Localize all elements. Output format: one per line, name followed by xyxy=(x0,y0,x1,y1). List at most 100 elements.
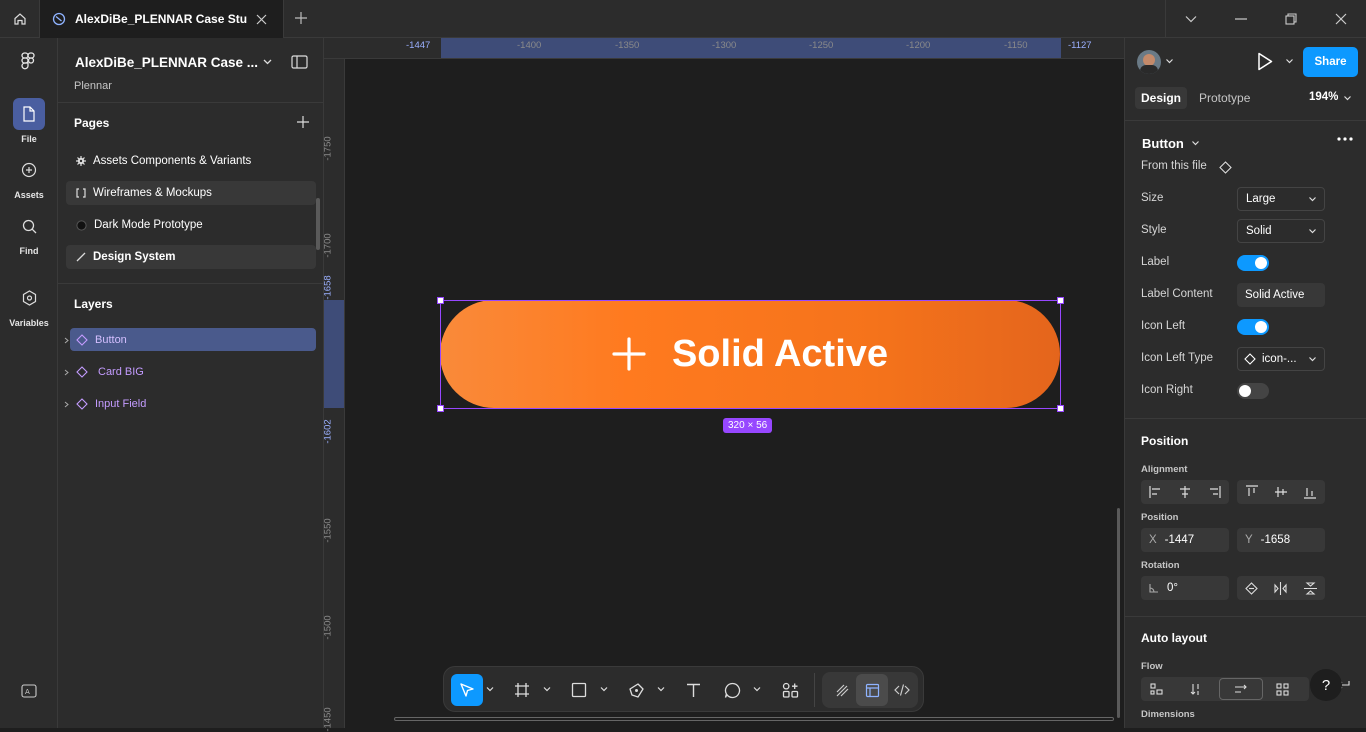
maximize-button[interactable] xyxy=(1266,0,1316,38)
flow-wrap-button[interactable] xyxy=(1141,682,1172,696)
accessibility-button[interactable]: A xyxy=(21,684,37,698)
chevron-down-icon[interactable] xyxy=(753,685,761,693)
expand-chevron-icon[interactable] xyxy=(64,337,69,344)
label-content-input[interactable]: Solid Active xyxy=(1237,283,1325,307)
y-label: Y xyxy=(1245,534,1253,546)
align-top-icon[interactable] xyxy=(1245,485,1258,499)
pages-scrollbar[interactable] xyxy=(316,198,320,250)
expand-chevron-icon[interactable] xyxy=(64,401,69,408)
flip-vertical-icon[interactable] xyxy=(1303,581,1317,595)
close-icon[interactable] xyxy=(256,14,267,25)
dev-mode-button[interactable] xyxy=(886,674,918,706)
sidebar-icon xyxy=(291,55,308,69)
draw-mode-button[interactable] xyxy=(826,674,858,706)
tabs-menu-button[interactable] xyxy=(1166,0,1216,38)
minimize-button[interactable] xyxy=(1216,0,1266,38)
flip-horizontal-icon[interactable] xyxy=(1274,581,1288,595)
align-center-h-icon[interactable] xyxy=(1178,486,1192,498)
tab-design[interactable]: Design xyxy=(1135,87,1188,109)
home-button[interactable] xyxy=(0,0,40,38)
alignment-label: Alignment xyxy=(1141,464,1188,475)
toggle-sidebar-button[interactable] xyxy=(291,55,308,69)
move-tool[interactable] xyxy=(451,674,483,706)
page-item-current[interactable]: Design System xyxy=(66,245,316,269)
main-menu-button[interactable] xyxy=(20,52,36,70)
ruler-tick: -1350 xyxy=(615,40,640,51)
flow-horizontal-button[interactable] xyxy=(1219,678,1263,700)
chevron-down-icon[interactable] xyxy=(600,685,608,693)
rail-assets[interactable]: Assets xyxy=(0,154,58,200)
component-icon[interactable] xyxy=(1219,161,1232,174)
layer-item-button[interactable]: Button xyxy=(70,328,316,351)
rotate-icon[interactable] xyxy=(1245,581,1258,595)
chevron-down-icon xyxy=(1185,16,1197,23)
expand-chevron-icon[interactable] xyxy=(64,369,69,376)
x-input[interactable]: X -1447 xyxy=(1141,528,1229,552)
horizontal-align-group xyxy=(1141,480,1229,504)
align-right-icon[interactable] xyxy=(1207,486,1221,498)
chevron-down-icon xyxy=(1309,357,1316,362)
rail-variables[interactable]: Variables xyxy=(0,282,58,328)
avatar[interactable] xyxy=(1137,50,1161,74)
icon-left-type-select[interactable]: icon-... xyxy=(1237,347,1325,371)
chevron-down-icon[interactable] xyxy=(1286,59,1293,64)
more-options-button[interactable] xyxy=(1337,136,1353,142)
zoom-level[interactable]: 194% xyxy=(1309,91,1338,103)
file-title[interactable]: AlexDiBe_PLENNAR Case ... xyxy=(75,55,258,70)
file-menu-chevron[interactable] xyxy=(263,59,272,65)
present-button[interactable] xyxy=(1257,52,1273,71)
shape-tool[interactable] xyxy=(563,674,595,706)
layer-item-card[interactable]: Card BIG xyxy=(70,360,316,383)
tab-prototype[interactable]: Prototype xyxy=(1199,91,1250,105)
layer-item-input[interactable]: Input Field xyxy=(70,392,316,415)
align-bottom-icon[interactable] xyxy=(1304,485,1317,499)
label-toggle[interactable] xyxy=(1237,255,1269,271)
icon-left-toggle[interactable] xyxy=(1237,319,1269,335)
chevron-down-icon[interactable] xyxy=(486,685,494,693)
new-tab-button[interactable] xyxy=(294,11,308,25)
design-mode-button[interactable] xyxy=(856,674,888,706)
transform-group xyxy=(1237,576,1325,600)
resize-handle[interactable] xyxy=(437,405,444,412)
rail-file[interactable]: File xyxy=(0,98,58,144)
rail-find[interactable]: Find xyxy=(0,210,58,256)
align-middle-icon[interactable] xyxy=(1274,485,1287,499)
chevron-down-icon[interactable] xyxy=(543,685,551,693)
page-item[interactable]: Wireframes & Mockups xyxy=(66,181,316,205)
comment-tool[interactable] xyxy=(716,674,748,706)
rectangle-icon xyxy=(571,682,587,698)
y-input[interactable]: Y -1658 xyxy=(1237,528,1325,552)
size-select[interactable]: Large xyxy=(1237,187,1325,211)
horizontal-scrollbar[interactable] xyxy=(394,717,1114,721)
resize-handle[interactable] xyxy=(1057,405,1064,412)
grid-icon xyxy=(1276,682,1289,696)
chevron-down-icon[interactable] xyxy=(1344,96,1351,101)
flow-grid-button[interactable] xyxy=(1267,682,1298,696)
resize-handle[interactable] xyxy=(437,297,444,304)
close-window-button[interactable] xyxy=(1316,0,1366,38)
frame-tool[interactable] xyxy=(506,674,538,706)
draw-icon xyxy=(836,684,848,696)
component-name[interactable]: Button xyxy=(1142,136,1184,151)
chevron-down-icon[interactable] xyxy=(657,685,665,693)
file-tab[interactable]: AlexDiBe_PLENNAR Case Study P xyxy=(40,0,284,38)
resize-handle[interactable] xyxy=(1057,297,1064,304)
text-tool[interactable] xyxy=(677,674,709,706)
help-button[interactable]: ? xyxy=(1310,669,1342,701)
vertical-scrollbar[interactable] xyxy=(1117,508,1120,718)
icon-right-toggle[interactable] xyxy=(1237,383,1269,399)
canvas[interactable]: -1447 -1400 -1350 -1300 -1250 -1200 -115… xyxy=(323,38,1124,732)
pen-tool[interactable] xyxy=(620,674,652,706)
chevron-down-icon[interactable] xyxy=(1166,59,1173,64)
text-icon xyxy=(686,683,700,697)
page-item[interactable]: Assets Components & Variants xyxy=(66,149,316,173)
chevron-down-icon[interactable] xyxy=(1192,141,1199,146)
add-page-button[interactable] xyxy=(297,116,309,128)
rotation-input[interactable]: 0° xyxy=(1141,576,1229,600)
flow-vertical-button[interactable] xyxy=(1180,683,1211,696)
align-left-icon[interactable] xyxy=(1149,486,1163,498)
actions-tool[interactable] xyxy=(774,674,806,706)
style-select[interactable]: Solid xyxy=(1237,219,1325,243)
share-button[interactable]: Share xyxy=(1303,47,1358,77)
page-item[interactable]: Dark Mode Prototype xyxy=(66,213,316,237)
